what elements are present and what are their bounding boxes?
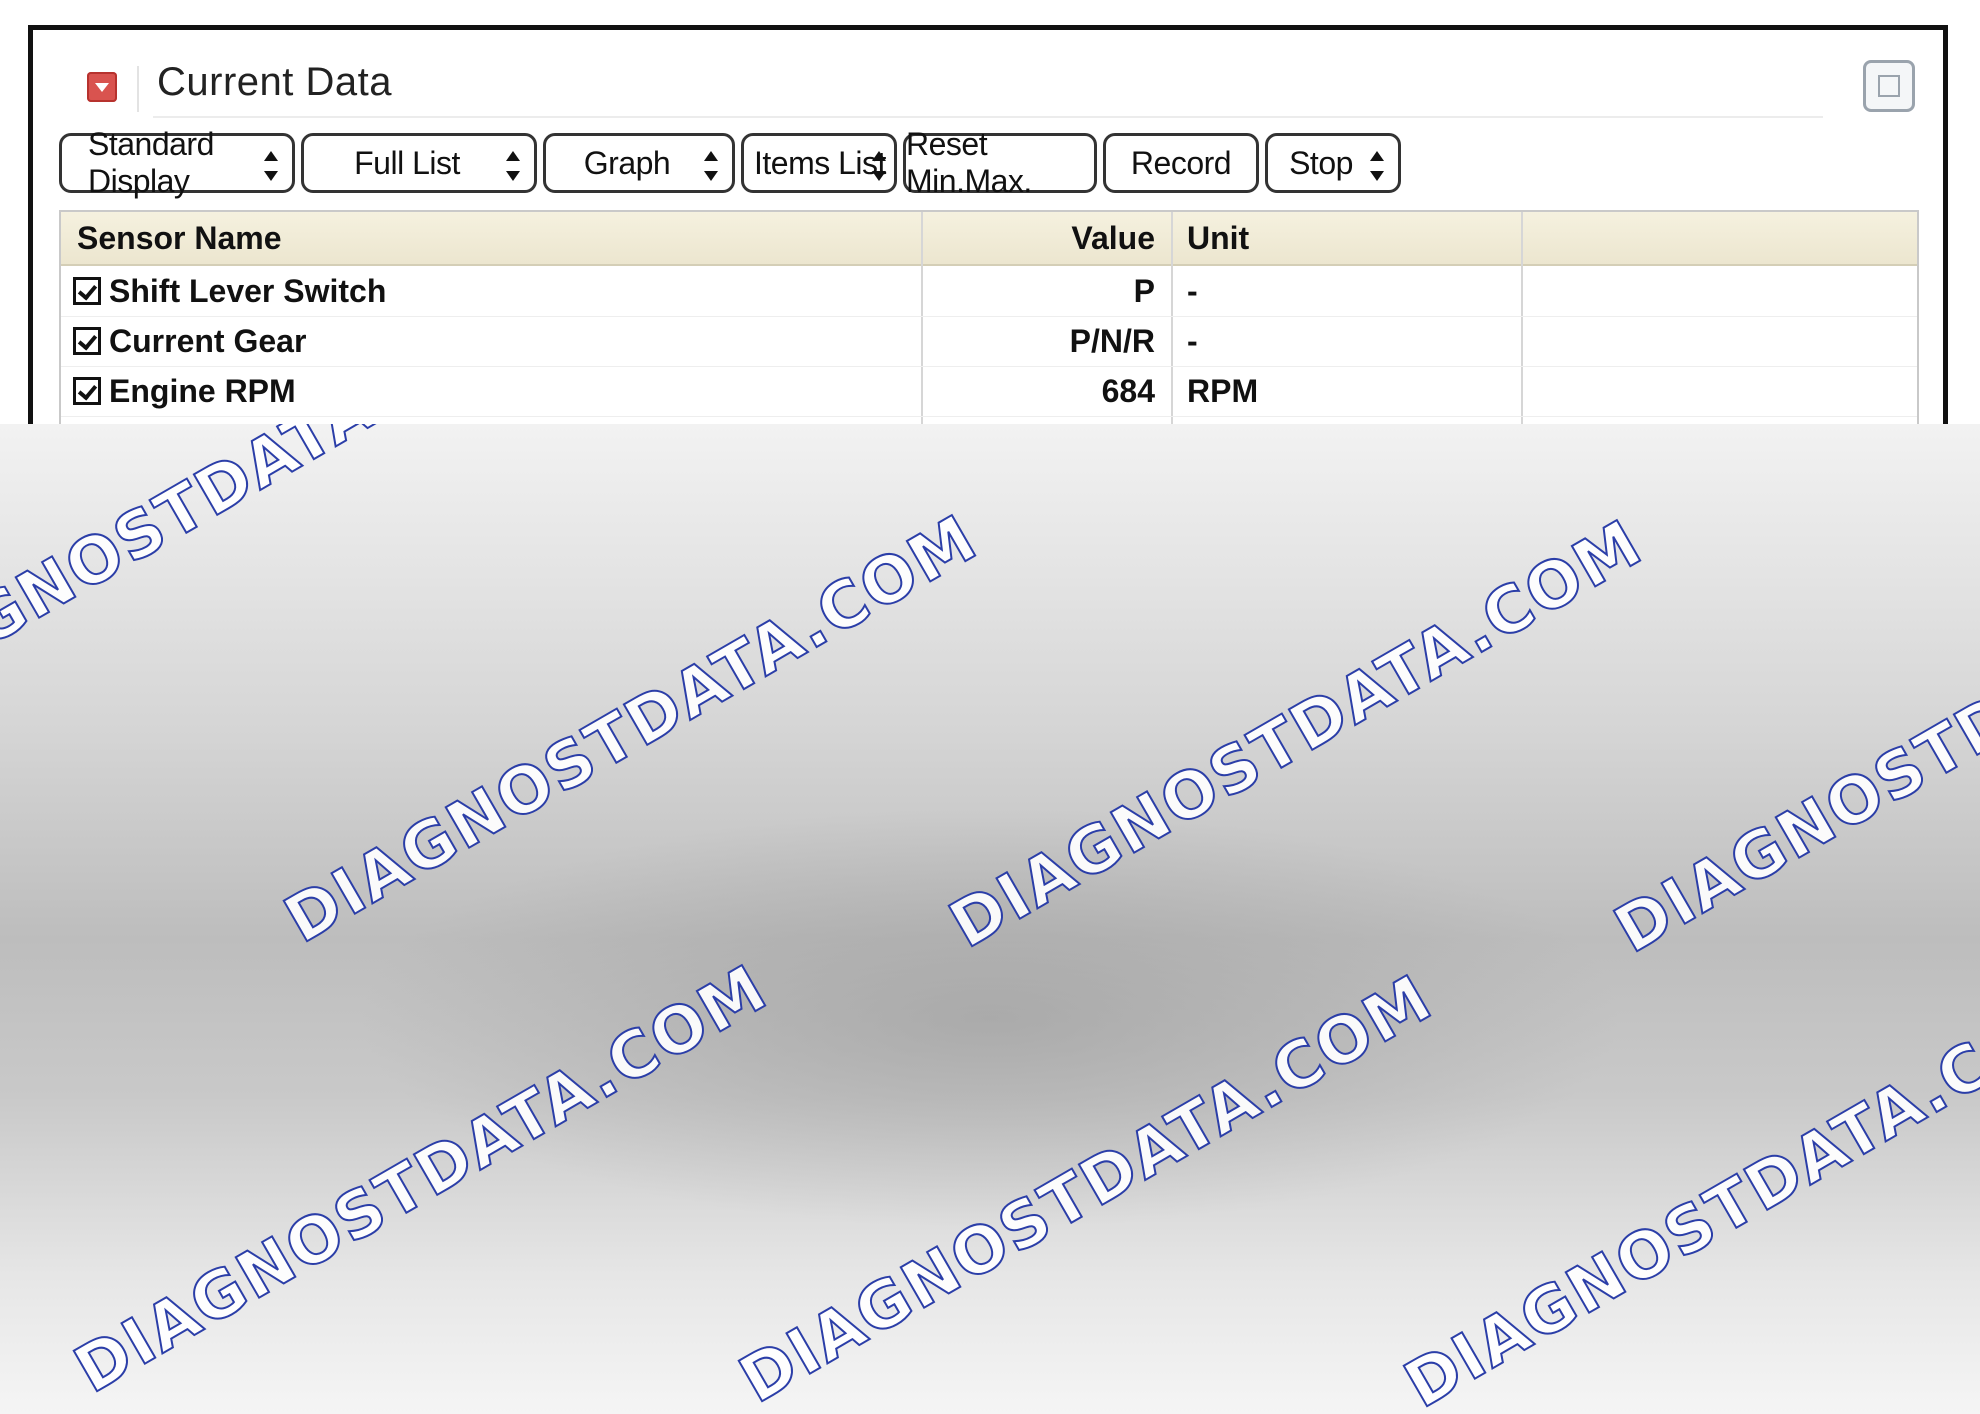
record-button[interactable]: Record	[1103, 133, 1259, 193]
title-separator	[137, 66, 139, 112]
table-row[interactable]: Current Gear P/N/R -	[61, 316, 1917, 367]
select-arrows-icon	[704, 151, 718, 181]
sensor-value: 684	[1101, 373, 1155, 409]
record-label: Record	[1130, 144, 1232, 181]
watermark-text: DIAGNOSTDATA.COM	[1602, 510, 1980, 969]
maximize-icon[interactable]	[1863, 60, 1915, 112]
column-header-value[interactable]: Value	[921, 212, 1171, 264]
title-divider	[153, 116, 1823, 118]
stop-select[interactable]: Stop	[1265, 133, 1401, 193]
panel-title: Current Data	[157, 60, 392, 104]
graph-select[interactable]: Graph	[543, 133, 735, 193]
sensor-data-table: Sensor Name Value Unit Shift Lever Switc…	[59, 210, 1919, 424]
screenshot-region: Current Data Standard Display Full List …	[0, 0, 1980, 424]
current-data-panel: Current Data Standard Display Full List …	[28, 25, 1948, 424]
sensor-unit: RPM	[1187, 373, 1259, 409]
blurred-background: DIAGNOSTDATA.COM DIAGNOSTDATA.COM DIAGNO…	[0, 424, 1980, 1414]
list-select[interactable]: Full List	[301, 133, 537, 193]
graph-select-label: Graph	[583, 144, 671, 181]
watermark-text: DIAGNOSTDATA.COM	[62, 950, 781, 1409]
sensor-name: Current Gear	[109, 323, 307, 359]
checkbox-checked-icon[interactable]	[73, 277, 101, 305]
checkbox-checked-icon[interactable]	[73, 327, 101, 355]
reset-min-max-label: Reset Min.Max.	[906, 126, 1032, 199]
watermark-text: DIAGNOSTDATA.COM	[937, 505, 1656, 964]
items-list-select[interactable]: Items List	[741, 133, 897, 193]
sensor-unit: -	[1187, 323, 1198, 359]
sensor-unit: -	[1187, 273, 1198, 309]
table-row[interactable]: Shift Lever Switch P -	[61, 266, 1917, 317]
toolbar: Standard Display Full List Graph Items L…	[59, 126, 1919, 199]
column-header-sensor-name[interactable]: Sensor Name	[61, 212, 921, 264]
sensor-name: Shift Lever Switch	[109, 273, 387, 309]
sensor-value: P	[1133, 273, 1155, 309]
column-header-unit[interactable]: Unit	[1171, 212, 1521, 264]
table-row[interactable]: Engine RPM 684 RPM	[61, 366, 1917, 417]
sensor-value: P/N/R	[1069, 323, 1155, 359]
reset-min-max-button[interactable]: Reset Min.Max.	[903, 126, 1097, 199]
watermark-text: DIAGNOSTDATA.COM	[272, 500, 991, 959]
display-select[interactable]: Standard Display	[59, 126, 295, 199]
checkbox-checked-icon[interactable]	[73, 377, 101, 405]
watermark-text: DIAGNOSTDATA.COM	[1392, 965, 1980, 1414]
watermark-text: DIAGNOSTDATA.COM	[727, 960, 1446, 1414]
select-arrows-icon	[264, 151, 278, 181]
display-select-label: Standard Display	[88, 126, 214, 199]
panel-title-bar: Current Data	[33, 30, 1943, 120]
select-arrows-icon	[872, 151, 886, 181]
watermark-text: DIAGNOSTDATA.COM	[0, 424, 561, 729]
sensor-name: Engine RPM	[109, 373, 296, 409]
table-header: Sensor Name Value Unit	[61, 212, 1917, 266]
stop-select-label: Stop	[1289, 144, 1353, 181]
list-select-label: Full List	[354, 144, 460, 181]
items-list-select-label: Items List	[754, 144, 886, 181]
select-arrows-icon	[506, 151, 520, 181]
select-arrows-icon	[1370, 151, 1384, 181]
collapse-icon[interactable]	[87, 72, 117, 102]
